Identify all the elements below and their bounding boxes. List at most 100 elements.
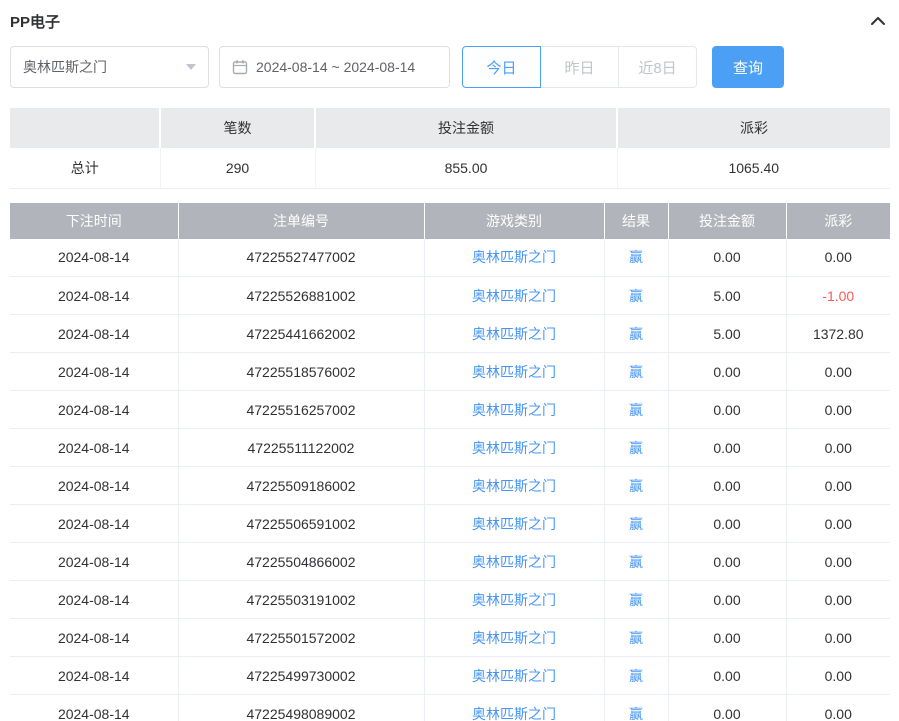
game-category-link[interactable]: 奥林匹斯之门 [424, 619, 604, 657]
bet-result-cell: 赢 [604, 239, 668, 277]
bet-amount-cell: 0.00 [668, 619, 786, 657]
bet-result-cell: 赢 [604, 619, 668, 657]
last-8-days-button[interactable]: 近8日 [618, 46, 697, 88]
game-category-link[interactable]: 奥林匹斯之门 [424, 543, 604, 581]
game-select-value: 奥林匹斯之门 [23, 57, 107, 77]
bet-result-cell: 赢 [604, 277, 668, 315]
chevron-up-icon [870, 15, 886, 27]
bet-payout-cell: 0.00 [786, 543, 890, 581]
filter-bar: 奥林匹斯之门 2024-08-14 ~ 2024-08-14 今日 昨日 近8日… [10, 46, 890, 88]
bet-amount-cell: 5.00 [668, 315, 786, 353]
bet-time-cell: 2024-08-14 [10, 429, 178, 467]
table-row: 2024-08-1447225518576002奥林匹斯之门赢0.000.00 [10, 353, 890, 391]
table-row: 2024-08-1447225441662002奥林匹斯之门赢5.001372.… [10, 315, 890, 353]
summary-header-row: 笔数 投注金额 派彩 [10, 108, 890, 148]
bet-amount-cell: 0.00 [668, 505, 786, 543]
bet-records-table: 下注时间 注单编号 游戏类别 结果 投注金额 派彩 2024-08-144722… [10, 203, 890, 721]
bet-payout-cell: 0.00 [786, 239, 890, 277]
table-row: 2024-08-1447225516257002奥林匹斯之门赢0.000.00 [10, 391, 890, 429]
bet-id-cell: 47225506591002 [178, 505, 424, 543]
summary-header-bet-amount: 投注金额 [315, 108, 617, 148]
bet-result-cell: 赢 [604, 429, 668, 467]
bet-id-cell: 47225504866002 [178, 543, 424, 581]
bet-payout-cell: 0.00 [786, 429, 890, 467]
bet-amount-cell: 0.00 [668, 391, 786, 429]
page-title: PP电子 [10, 11, 60, 32]
bet-time-cell: 2024-08-14 [10, 467, 178, 505]
game-category-link[interactable]: 奥林匹斯之门 [424, 391, 604, 429]
column-header-bet-amount: 投注金额 [668, 203, 786, 239]
game-category-link[interactable]: 奥林匹斯之门 [424, 695, 604, 721]
bet-payout-cell: 1372.80 [786, 315, 890, 353]
table-row: 2024-08-1447225501572002奥林匹斯之门赢0.000.00 [10, 619, 890, 657]
collapse-panel-button[interactable] [870, 15, 890, 27]
summary-total-bet-amount: 855.00 [315, 148, 617, 188]
table-row: 2024-08-1447225511122002奥林匹斯之门赢0.000.00 [10, 429, 890, 467]
bet-id-cell: 47225441662002 [178, 315, 424, 353]
summary-total-payout: 1065.40 [617, 148, 890, 188]
bet-id-cell: 47225498089002 [178, 695, 424, 721]
yesterday-button[interactable]: 昨日 [540, 46, 619, 88]
bet-time-cell: 2024-08-14 [10, 505, 178, 543]
bet-time-cell: 2024-08-14 [10, 391, 178, 429]
bet-id-cell: 47225501572002 [178, 619, 424, 657]
bet-id-cell: 47225527477002 [178, 239, 424, 277]
bet-amount-cell: 0.00 [668, 695, 786, 721]
column-header-result: 结果 [604, 203, 668, 239]
game-select[interactable]: 奥林匹斯之门 [10, 46, 209, 88]
bet-id-cell: 47225526881002 [178, 277, 424, 315]
bet-result-cell: 赢 [604, 543, 668, 581]
table-row: 2024-08-1447225498089002奥林匹斯之门赢0.000.00 [10, 695, 890, 721]
bet-amount-cell: 0.00 [668, 429, 786, 467]
bet-table-body: 2024-08-1447225527477002奥林匹斯之门赢0.000.002… [10, 239, 890, 721]
column-header-game-category: 游戏类别 [424, 203, 604, 239]
bet-id-cell: 47225503191002 [178, 581, 424, 619]
bet-payout-cell: 0.00 [786, 467, 890, 505]
bet-amount-cell: 0.00 [668, 581, 786, 619]
chevron-down-icon [186, 64, 196, 70]
bet-result-cell: 赢 [604, 505, 668, 543]
bet-id-cell: 47225516257002 [178, 391, 424, 429]
game-category-link[interactable]: 奥林匹斯之门 [424, 277, 604, 315]
bet-time-cell: 2024-08-14 [10, 657, 178, 695]
table-row: 2024-08-1447225509186002奥林匹斯之门赢0.000.00 [10, 467, 890, 505]
bet-amount-cell: 0.00 [668, 353, 786, 391]
pp-games-panel: PP电子 奥林匹斯之门 2024-08-14 ~ 2024-08-14 今日 昨… [0, 0, 899, 721]
game-category-link[interactable]: 奥林匹斯之门 [424, 467, 604, 505]
bet-time-cell: 2024-08-14 [10, 353, 178, 391]
game-category-link[interactable]: 奥林匹斯之门 [424, 239, 604, 277]
game-category-link[interactable]: 奥林匹斯之门 [424, 353, 604, 391]
summary-table: 笔数 投注金额 派彩 总计 290 855.00 1065.40 [10, 108, 890, 189]
summary-total-count: 290 [160, 148, 315, 188]
quick-date-button-group: 今日 昨日 近8日 [462, 46, 697, 88]
bet-payout-cell: 0.00 [786, 619, 890, 657]
game-category-link[interactable]: 奥林匹斯之门 [424, 429, 604, 467]
column-header-bet-time: 下注时间 [10, 203, 178, 239]
panel-header: PP电子 [10, 8, 890, 34]
bet-result-cell: 赢 [604, 391, 668, 429]
game-category-link[interactable]: 奥林匹斯之门 [424, 315, 604, 353]
date-range-input[interactable]: 2024-08-14 ~ 2024-08-14 [219, 46, 450, 88]
today-button[interactable]: 今日 [462, 46, 541, 88]
column-header-payout: 派彩 [786, 203, 890, 239]
bet-amount-cell: 5.00 [668, 277, 786, 315]
summary-total-row: 总计 290 855.00 1065.40 [10, 148, 890, 188]
table-row: 2024-08-1447225526881002奥林匹斯之门赢5.00-1.00 [10, 277, 890, 315]
search-button[interactable]: 查询 [712, 46, 784, 88]
bet-time-cell: 2024-08-14 [10, 239, 178, 277]
summary-header-payout: 派彩 [617, 108, 890, 148]
game-category-link[interactable]: 奥林匹斯之门 [424, 657, 604, 695]
table-row: 2024-08-1447225504866002奥林匹斯之门赢0.000.00 [10, 543, 890, 581]
bet-payout-cell: 0.00 [786, 657, 890, 695]
bet-result-cell: 赢 [604, 315, 668, 353]
summary-total-label: 总计 [10, 148, 160, 188]
game-category-link[interactable]: 奥林匹斯之门 [424, 581, 604, 619]
summary-header-count: 笔数 [160, 108, 315, 148]
game-category-link[interactable]: 奥林匹斯之门 [424, 505, 604, 543]
bet-payout-cell: 0.00 [786, 581, 890, 619]
bet-result-cell: 赢 [604, 467, 668, 505]
bet-payout-cell: 0.00 [786, 391, 890, 429]
table-row: 2024-08-1447225506591002奥林匹斯之门赢0.000.00 [10, 505, 890, 543]
bet-id-cell: 47225511122002 [178, 429, 424, 467]
bet-payout-cell: 0.00 [786, 505, 890, 543]
